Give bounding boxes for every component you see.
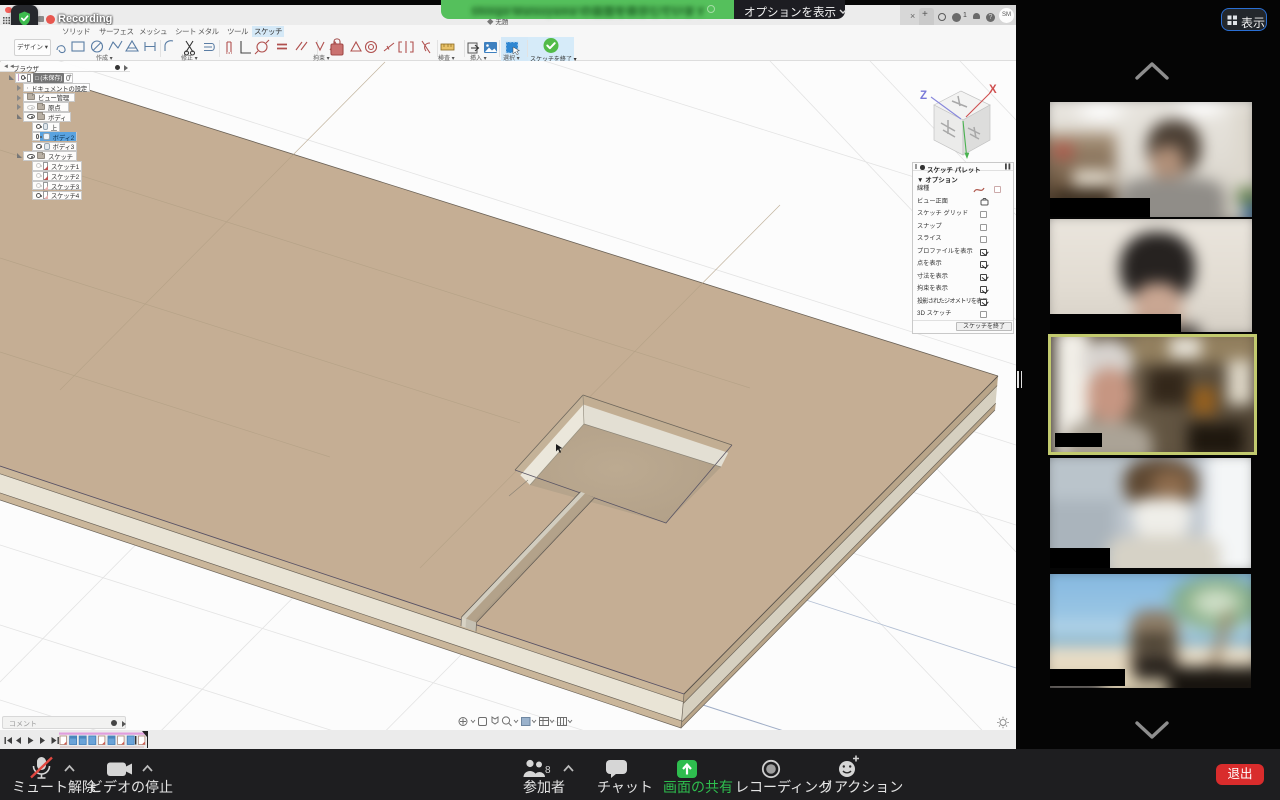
svg-text:8: 8: [545, 765, 551, 776]
svg-text:X: X: [989, 84, 997, 96]
svg-text:Z: Z: [920, 90, 927, 102]
